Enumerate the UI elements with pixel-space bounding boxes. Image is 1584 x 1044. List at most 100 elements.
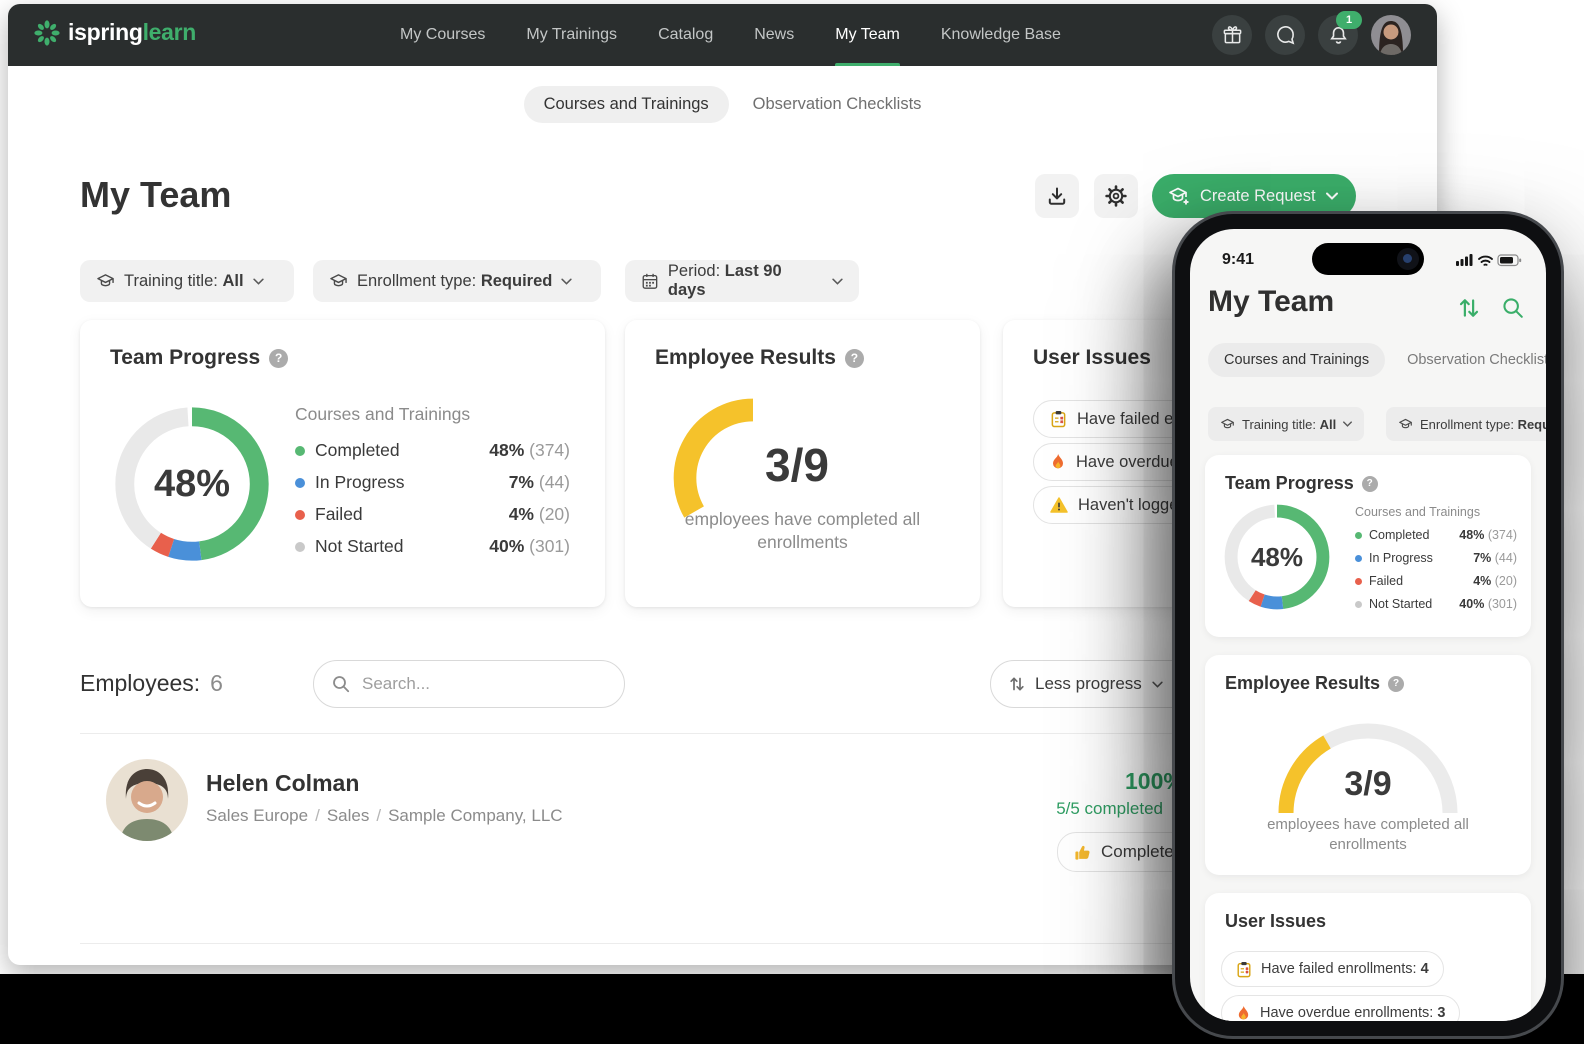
brand-logo[interactable]: ispringlearn: [34, 19, 196, 46]
legend-dot: [1355, 600, 1362, 608]
front-camera: [1397, 248, 1419, 270]
legend-row: Completed 48% (374): [1355, 528, 1517, 542]
user-avatar-photo: [1371, 15, 1411, 55]
chat-bubble-icon: [1276, 25, 1294, 44]
wifi-icon: [1478, 255, 1493, 266]
legend-dot: [1355, 577, 1362, 585]
search-icon: [333, 676, 350, 693]
legend-row: In Progress 7% (44): [295, 472, 570, 493]
ispring-logo-icon: [34, 19, 60, 46]
gauge-caption: employees have completed all enrollments: [1267, 816, 1469, 853]
help-icon[interactable]: ?: [1361, 475, 1378, 492]
phone-user-issues-card: User Issues Have failed enrollments: 4 H…: [1205, 893, 1531, 1021]
phone-issue-overdue-enrollments[interactable]: Have overdue enrollments: 3: [1221, 995, 1461, 1021]
graduation-cap-icon: [1399, 418, 1412, 428]
graduation-cap-icon: [1221, 418, 1234, 428]
employees-count: 6: [210, 670, 223, 696]
nav-item-my-team[interactable]: My Team: [835, 4, 900, 66]
filter-period[interactable]: Period: Last 90 days: [625, 260, 859, 302]
legend-row: Not Started 40% (301): [295, 536, 570, 557]
chevron-down-icon: [561, 278, 573, 285]
notifications-button[interactable]: 1: [1318, 11, 1362, 55]
gauge-score: 3/9: [765, 439, 829, 491]
phone-user-issues-title: User Issues: [1225, 911, 1327, 931]
legend-row: In Progress 7% (44): [1355, 551, 1517, 565]
help-icon[interactable]: ?: [844, 348, 864, 368]
employee-results-card: Employee Results? 3/9 employees have com…: [625, 320, 980, 607]
legend-dot: [1355, 554, 1362, 562]
legend-dot: [295, 445, 305, 456]
employee-progress-detail: 5/5 completed: [1056, 799, 1163, 818]
phone-search-button[interactable]: [1502, 297, 1524, 324]
filter-enrollment-type[interactable]: Enrollment type: Required: [313, 260, 601, 302]
filter-training-title[interactable]: Training title: All: [80, 260, 294, 302]
chevron-down-icon: [1325, 192, 1338, 200]
help-icon[interactable]: ?: [269, 348, 289, 368]
dynamic-island: [1312, 243, 1424, 275]
employee-status-label: Completed: [1101, 842, 1184, 861]
gear-icon: [1105, 185, 1127, 207]
create-request-button[interactable]: Create Request: [1152, 174, 1356, 218]
screenshot-canvas: ispringlearn My Courses My Trainings Cat…: [0, 0, 1584, 1044]
team-progress-card: Team Progress? 48% Courses and Trainings…: [80, 320, 605, 607]
phone-clock: 9:41: [1222, 251, 1255, 268]
nav-item-my-courses[interactable]: My Courses: [400, 4, 485, 66]
employee-search: [313, 660, 625, 708]
gifts-button[interactable]: [1212, 15, 1252, 55]
legend-dot: [1355, 531, 1362, 539]
main-navigation: My Courses My Trainings Catalog News My …: [400, 4, 1061, 66]
settings-button[interactable]: [1094, 174, 1138, 218]
phone-filter-training-title[interactable]: Training title: All: [1208, 407, 1365, 441]
nav-item-catalog[interactable]: Catalog: [658, 4, 713, 66]
legend-dot: [295, 541, 305, 552]
phone-sort-button[interactable]: [1458, 297, 1480, 324]
employee-results-title: Employee Results: [655, 346, 836, 369]
nav-item-news[interactable]: News: [754, 4, 794, 66]
tab-courses-and-trainings[interactable]: Courses and Trainings: [523, 86, 729, 123]
legend-row: Completed 48% (374): [295, 440, 570, 461]
flame-icon: [1053, 453, 1063, 469]
phone-screen: 9:41 My Team Courses and Trainings Obser…: [1190, 229, 1546, 1021]
phone-filter-enrollment-type[interactable]: Enrollment type: Required: [1386, 407, 1546, 441]
gauge-caption: employees have completed all enrollments: [684, 509, 921, 553]
phone-team-progress-title: Team Progress: [1225, 473, 1354, 493]
view-switcher: Courses and Trainings Observation Checkl…: [8, 86, 1437, 123]
notification-badge: 1: [1336, 11, 1362, 29]
top-navbar: ispringlearn My Courses My Trainings Cat…: [8, 4, 1437, 66]
phone-status-icons: [1456, 253, 1522, 272]
help-icon[interactable]: ?: [1388, 675, 1405, 692]
phone-issue-failed-enrollments[interactable]: Have failed enrollments: 4: [1221, 951, 1444, 987]
phone-view-switcher: Courses and Trainings Observation Checkl…: [1208, 343, 1546, 377]
donut-center-value: 48%: [1250, 541, 1304, 572]
employee-name[interactable]: Helen Colman: [206, 770, 359, 797]
tab-observation-checklists[interactable]: Observation Checklists: [753, 95, 922, 114]
warning-icon: [1050, 497, 1068, 513]
nav-item-knowledge-base[interactable]: Knowledge Base: [941, 4, 1061, 66]
sort-dropdown[interactable]: Less progress: [990, 660, 1198, 708]
employee-avatar-photo: [106, 759, 188, 841]
user-avatar[interactable]: [1371, 15, 1411, 55]
graduation-cap-icon: [97, 273, 114, 286]
legend-dot: [295, 477, 305, 488]
phone-tab-courses-and-trainings[interactable]: Courses and Trainings: [1208, 343, 1386, 377]
battery-icon: [1497, 254, 1522, 267]
phone-employee-results-title: Employee Results: [1225, 673, 1381, 693]
download-icon: [1048, 187, 1066, 205]
legend-dot: [295, 509, 305, 520]
nav-item-my-trainings[interactable]: My Trainings: [526, 4, 617, 66]
sort-arrows-icon: [1459, 299, 1479, 317]
messages-button[interactable]: [1265, 15, 1305, 55]
user-issues-title: User Issues: [1033, 346, 1151, 369]
phone-tab-observation-checklists[interactable]: Observation Checklists: [1407, 352, 1546, 368]
download-button[interactable]: [1035, 174, 1079, 218]
team-progress-title: Team Progress: [110, 346, 261, 369]
brand-wordmark: ispringlearn: [68, 19, 197, 45]
employee-org-path: Sales Europe / Sales / Sample Company, LLC: [206, 806, 563, 825]
thumbs-up-icon: [1075, 845, 1090, 860]
clipboard-failed-icon: [1051, 410, 1066, 428]
chevron-down-icon: [832, 278, 843, 285]
search-input[interactable]: [360, 673, 606, 695]
gauge-score: 3/9: [1344, 765, 1392, 803]
legend-row: Not Started 40% (301): [1355, 597, 1517, 611]
search-icon: [1503, 298, 1523, 318]
